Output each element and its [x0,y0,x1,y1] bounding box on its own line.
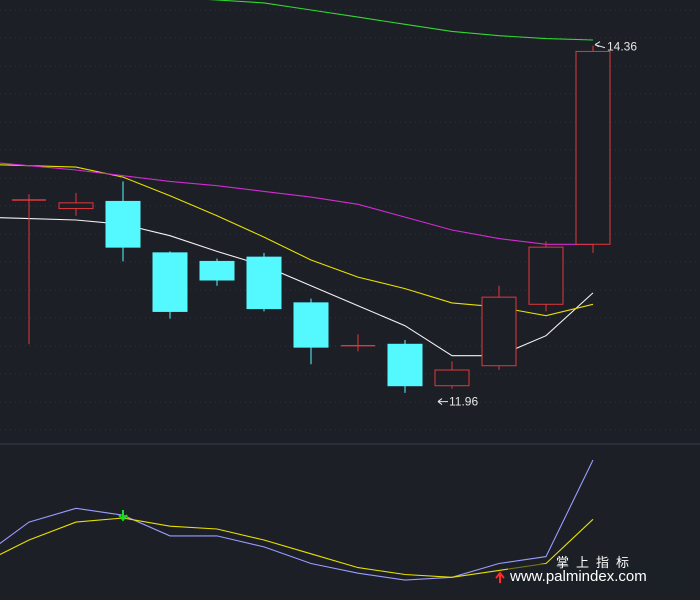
candle [199,258,235,286]
annotation-arrow [594,41,606,49]
candle [575,45,611,253]
candlestick-chart: 14.36 11.96 掌上指标 www.palmindex.com [0,0,700,588]
candle [293,298,329,365]
candle [58,192,94,216]
watermark-url: www.palmindex.com [509,568,647,585]
candle [152,251,188,319]
candle [105,181,141,262]
candles [12,45,611,393]
candle-body [434,369,470,387]
oscillator-panel [0,459,594,584]
candle-body [528,246,564,305]
annotation-label-low: 11.96 [449,395,478,409]
ma-line-yellow [0,164,594,317]
candle-body [58,202,94,210]
candle-body [387,343,423,387]
candle-body [481,296,517,367]
candle-body [246,256,282,310]
candle-body [575,50,611,245]
candle [341,334,375,352]
candle [481,285,517,370]
annotation-arrow [437,398,448,405]
candle-body [199,260,235,281]
candle-body [152,252,188,312]
ma-line-green [208,0,594,41]
chart-stage: 14.36 11.96 掌上指标 www.palmindex.com [0,0,700,600]
candle [387,340,423,393]
oscillator-fast-line [0,459,594,581]
buy-signal-arrow [495,571,505,584]
candle [528,241,564,312]
candle [12,194,46,345]
price-annotation: 11.96 [437,395,478,409]
candle [434,361,470,389]
oscillator-slow-line [0,517,594,578]
candle-body [105,200,141,248]
annotation-label-high: 14.36 [607,40,637,54]
candle-body [293,302,329,348]
candle [246,252,282,312]
watermark: 掌上指标 www.palmindex.com [508,556,692,588]
